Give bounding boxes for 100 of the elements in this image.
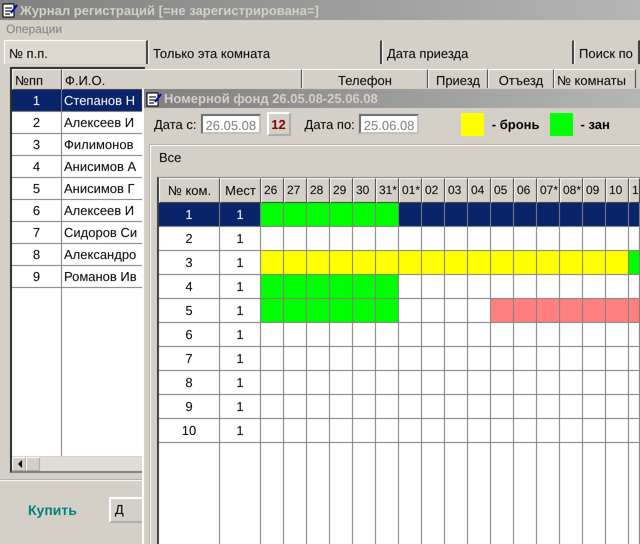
- day-cell[interactable]: [422, 251, 445, 275]
- column-header[interactable]: 05: [491, 178, 514, 203]
- day-cell[interactable]: [491, 419, 514, 443]
- day-cell[interactable]: [445, 299, 468, 323]
- column-header[interactable]: Приезд: [428, 69, 488, 90]
- day-cell[interactable]: [399, 251, 422, 275]
- day-cell[interactable]: [629, 299, 640, 323]
- day-cell[interactable]: [445, 203, 468, 227]
- day-cell[interactable]: [514, 371, 537, 395]
- column-header[interactable]: 29: [330, 178, 353, 203]
- day-cell[interactable]: [491, 227, 514, 251]
- day-cell[interactable]: [445, 251, 468, 275]
- day-cell[interactable]: [468, 323, 491, 347]
- column-header[interactable]: Телефон: [302, 69, 428, 90]
- day-cell[interactable]: [537, 251, 560, 275]
- date-field[interactable]: 25.06.08: [358, 114, 419, 134]
- day-cell[interactable]: [583, 275, 606, 299]
- column-header[interactable]: № комнаты: [554, 69, 636, 90]
- day-cell[interactable]: [629, 227, 640, 251]
- column-header[interactable]: 28: [307, 178, 330, 203]
- day-cell[interactable]: [261, 227, 284, 251]
- day-cell[interactable]: [307, 347, 330, 371]
- day-cell[interactable]: [330, 371, 353, 395]
- day-cell[interactable]: [468, 395, 491, 419]
- column-header[interactable]: 07*: [537, 178, 560, 203]
- column-header[interactable]: Мест: [220, 178, 261, 203]
- day-cell[interactable]: [537, 323, 560, 347]
- day-cell[interactable]: [606, 251, 629, 275]
- day-cell[interactable]: [445, 227, 468, 251]
- day-cell[interactable]: [629, 347, 640, 371]
- day-cell[interactable]: [353, 347, 376, 371]
- day-cell[interactable]: [284, 203, 307, 227]
- column-header[interactable]: 31*: [376, 178, 399, 203]
- day-cell[interactable]: [376, 203, 399, 227]
- day-cell[interactable]: [537, 275, 560, 299]
- column-header[interactable]: 02: [422, 178, 445, 203]
- day-cell[interactable]: [606, 299, 629, 323]
- day-cell[interactable]: [261, 275, 284, 299]
- day-cell[interactable]: [422, 323, 445, 347]
- day-cell[interactable]: [399, 227, 422, 251]
- day-cell[interactable]: [583, 299, 606, 323]
- day-cell[interactable]: [330, 419, 353, 443]
- day-cell[interactable]: [606, 203, 629, 227]
- day-cell[interactable]: [399, 347, 422, 371]
- day-cell[interactable]: [468, 203, 491, 227]
- day-cell[interactable]: [468, 227, 491, 251]
- day-cell[interactable]: [491, 371, 514, 395]
- day-cell[interactable]: [284, 323, 307, 347]
- day-cell[interactable]: [330, 227, 353, 251]
- day-cell[interactable]: [583, 395, 606, 419]
- day-cell[interactable]: [284, 419, 307, 443]
- day-cell[interactable]: [560, 299, 583, 323]
- day-cell[interactable]: [376, 227, 399, 251]
- day-cell[interactable]: [468, 419, 491, 443]
- day-cell[interactable]: [583, 251, 606, 275]
- day-cell[interactable]: [468, 251, 491, 275]
- day-cell[interactable]: [583, 371, 606, 395]
- day-cell[interactable]: [376, 395, 399, 419]
- day-cell[interactable]: [514, 299, 537, 323]
- day-cell[interactable]: [560, 251, 583, 275]
- day-cell[interactable]: [514, 227, 537, 251]
- tab[interactable]: № п.п.: [4, 40, 148, 64]
- day-cell[interactable]: [514, 323, 537, 347]
- date-field[interactable]: 26.05.08: [200, 114, 261, 134]
- day-cell[interactable]: [514, 347, 537, 371]
- day-cell[interactable]: [399, 371, 422, 395]
- day-cell[interactable]: [422, 227, 445, 251]
- day-cell[interactable]: [376, 275, 399, 299]
- column-header[interactable]: 26: [261, 178, 284, 203]
- day-cell[interactable]: [491, 347, 514, 371]
- day-cell[interactable]: [376, 299, 399, 323]
- day-cell[interactable]: [537, 203, 560, 227]
- calendar-button[interactable]: 12: [266, 112, 291, 136]
- day-cell[interactable]: [560, 347, 583, 371]
- day-cell[interactable]: [353, 275, 376, 299]
- day-cell[interactable]: [307, 395, 330, 419]
- day-cell[interactable]: [445, 275, 468, 299]
- day-cell[interactable]: [606, 347, 629, 371]
- day-cell[interactable]: [491, 275, 514, 299]
- day-cell[interactable]: [307, 371, 330, 395]
- day-cell[interactable]: [491, 299, 514, 323]
- day-cell[interactable]: [353, 203, 376, 227]
- day-cell[interactable]: [261, 419, 284, 443]
- day-cell[interactable]: [353, 419, 376, 443]
- day-cell[interactable]: [468, 275, 491, 299]
- day-cell[interactable]: [376, 371, 399, 395]
- day-cell[interactable]: [307, 275, 330, 299]
- day-cell[interactable]: [491, 323, 514, 347]
- day-cell[interactable]: [284, 275, 307, 299]
- day-cell[interactable]: [629, 275, 640, 299]
- day-cell[interactable]: [629, 371, 640, 395]
- day-cell[interactable]: [307, 299, 330, 323]
- day-cell[interactable]: [537, 299, 560, 323]
- day-cell[interactable]: [583, 203, 606, 227]
- day-cell[interactable]: [445, 395, 468, 419]
- day-cell[interactable]: [261, 371, 284, 395]
- day-cell[interactable]: [399, 419, 422, 443]
- day-cell[interactable]: [629, 323, 640, 347]
- day-cell[interactable]: [376, 323, 399, 347]
- day-cell[interactable]: [422, 203, 445, 227]
